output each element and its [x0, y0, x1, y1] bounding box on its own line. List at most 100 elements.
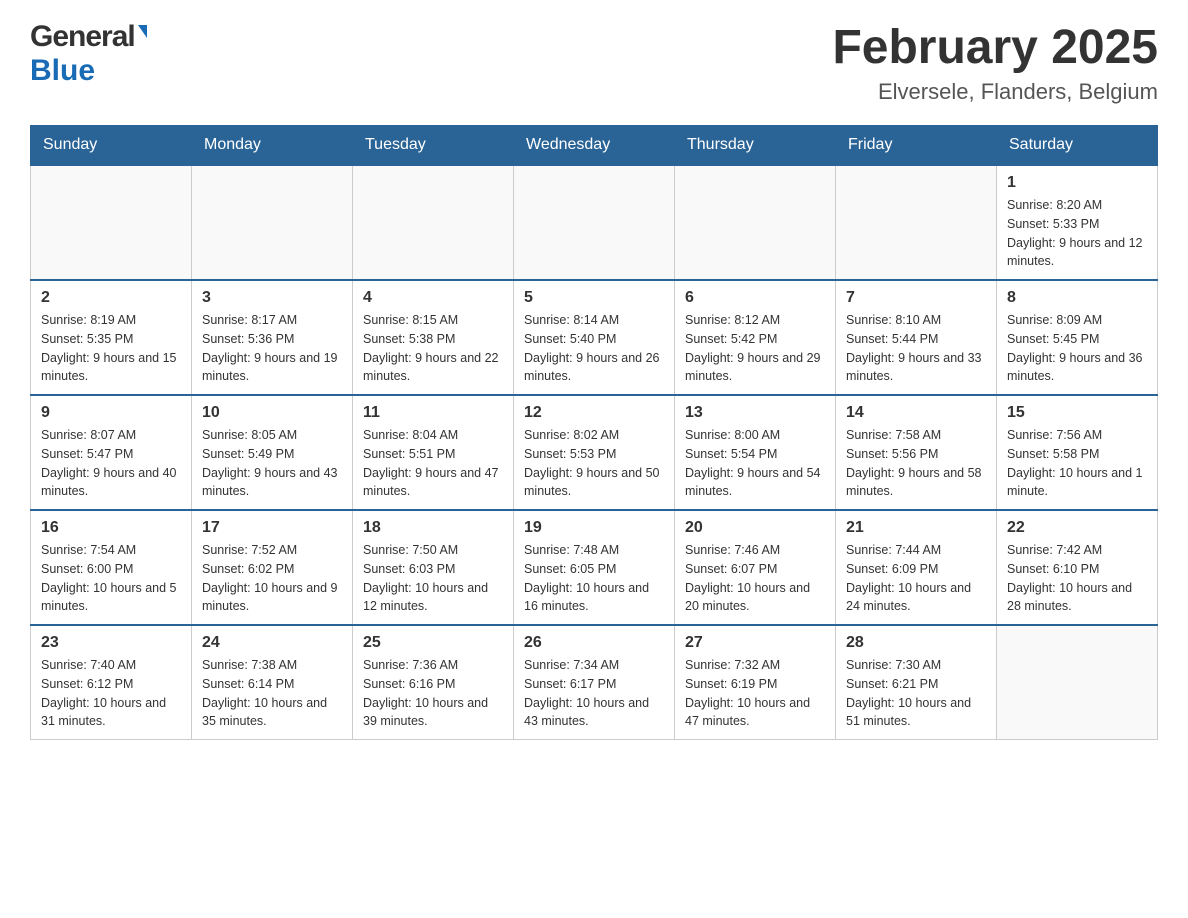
location-subtitle: Elversele, Flanders, Belgium [832, 79, 1158, 105]
day-info: Sunrise: 8:20 AM Sunset: 5:33 PM Dayligh… [1007, 196, 1147, 271]
day-number: 26 [524, 634, 664, 652]
calendar-cell: 28 Sunrise: 7:30 AM Sunset: 6:21 PM Dayli… [836, 625, 997, 740]
day-info: Sunrise: 8:00 AM Sunset: 5:54 PM Dayligh… [685, 426, 825, 501]
day-number: 19 [524, 519, 664, 537]
calendar-cell [192, 165, 353, 280]
calendar-cell: 21 Sunrise: 7:44 AM Sunset: 6:09 PM Dayli… [836, 510, 997, 625]
calendar-cell: 8Sunrise: 8:09 AM Sunset: 5:45 PM Daylig… [997, 280, 1158, 395]
day-info: Sunrise: 7:46 AM Sunset: 6:07 PM Dayligh… [685, 541, 825, 616]
day-number: 7 [846, 289, 986, 307]
day-info: Sunrise: 8:12 AM Sunset: 5:42 PM Dayligh… [685, 311, 825, 386]
day-info: Sunrise: 7:42 AM Sunset: 6:10 PM Dayligh… [1007, 541, 1147, 616]
calendar-header-tuesday: Tuesday [353, 126, 514, 166]
calendar-cell: 6 Sunrise: 8:12 AM Sunset: 5:42 PM Daylig… [675, 280, 836, 395]
day-number: 4 [363, 289, 503, 307]
day-info: Sunrise: 7:54 AM Sunset: 6:00 PM Dayligh… [41, 541, 181, 616]
day-info: Sunrise: 7:58 AM Sunset: 5:56 PM Dayligh… [846, 426, 986, 501]
calendar-cell: 1Sunrise: 8:20 AM Sunset: 5:33 PM Daylig… [997, 165, 1158, 280]
day-info: Sunrise: 8:02 AM Sunset: 5:53 PM Dayligh… [524, 426, 664, 501]
calendar-cell: 14 Sunrise: 7:58 AM Sunset: 5:56 PM Dayli… [836, 395, 997, 510]
calendar-cell: 25Sunrise: 7:36 AM Sunset: 6:16 PM Dayli… [353, 625, 514, 740]
calendar-cell: 11 Sunrise: 8:04 AM Sunset: 5:51 PM Dayli… [353, 395, 514, 510]
calendar-cell: 24 Sunrise: 7:38 AM Sunset: 6:14 PM Dayli… [192, 625, 353, 740]
calendar-table: SundayMondayTuesdayWednesdayThursdayFrid… [30, 125, 1158, 740]
calendar-week-row: 16Sunrise: 7:54 AM Sunset: 6:00 PM Dayli… [31, 510, 1158, 625]
logo-triangle-icon [138, 25, 147, 38]
day-info: Sunrise: 8:17 AM Sunset: 5:36 PM Dayligh… [202, 311, 342, 386]
day-number: 17 [202, 519, 342, 537]
calendar-cell: 12 Sunrise: 8:02 AM Sunset: 5:53 PM Dayli… [514, 395, 675, 510]
day-info: Sunrise: 7:40 AM Sunset: 6:12 PM Dayligh… [41, 656, 181, 731]
day-info: Sunrise: 7:44 AM Sunset: 6:09 PM Dayligh… [846, 541, 986, 616]
day-number: 12 [524, 404, 664, 422]
day-number: 2 [41, 289, 181, 307]
day-number: 22 [1007, 519, 1147, 537]
day-number: 15 [1007, 404, 1147, 422]
day-info: Sunrise: 7:48 AM Sunset: 6:05 PM Dayligh… [524, 541, 664, 616]
calendar-week-row: 1Sunrise: 8:20 AM Sunset: 5:33 PM Daylig… [31, 165, 1158, 280]
calendar-cell: 18 Sunrise: 7:50 AM Sunset: 6:03 PM Dayli… [353, 510, 514, 625]
day-number: 28 [846, 634, 986, 652]
day-info: Sunrise: 7:50 AM Sunset: 6:03 PM Dayligh… [363, 541, 503, 616]
calendar-cell: 22 Sunrise: 7:42 AM Sunset: 6:10 PM Dayli… [997, 510, 1158, 625]
calendar-cell: 20 Sunrise: 7:46 AM Sunset: 6:07 PM Dayli… [675, 510, 836, 625]
calendar-cell [353, 165, 514, 280]
calendar-cell: 3 Sunrise: 8:17 AM Sunset: 5:36 PM Daylig… [192, 280, 353, 395]
calendar-header-saturday: Saturday [997, 126, 1158, 166]
day-number: 3 [202, 289, 342, 307]
day-number: 20 [685, 519, 825, 537]
day-number: 13 [685, 404, 825, 422]
day-info: Sunrise: 7:34 AM Sunset: 6:17 PM Dayligh… [524, 656, 664, 731]
logo: General Blue [30, 20, 147, 88]
day-info: Sunrise: 7:56 AM Sunset: 5:58 PM Dayligh… [1007, 426, 1147, 501]
day-number: 5 [524, 289, 664, 307]
calendar-cell: 2 Sunrise: 8:19 AM Sunset: 5:35 PM Daylig… [31, 280, 192, 395]
calendar-cell: 19 Sunrise: 7:48 AM Sunset: 6:05 PM Dayli… [514, 510, 675, 625]
day-number: 6 [685, 289, 825, 307]
day-number: 21 [846, 519, 986, 537]
calendar-cell: 17 Sunrise: 7:52 AM Sunset: 6:02 PM Dayli… [192, 510, 353, 625]
calendar-cell [997, 625, 1158, 740]
day-info: Sunrise: 8:14 AM Sunset: 5:40 PM Dayligh… [524, 311, 664, 386]
day-number: 18 [363, 519, 503, 537]
day-number: 23 [41, 634, 181, 652]
calendar-cell: 26 Sunrise: 7:34 AM Sunset: 6:17 PM Dayli… [514, 625, 675, 740]
day-number: 10 [202, 404, 342, 422]
calendar-header-sunday: Sunday [31, 126, 192, 166]
logo-blue-text: Blue [30, 54, 95, 88]
calendar-cell: 7Sunrise: 8:10 AM Sunset: 5:44 PM Daylig… [836, 280, 997, 395]
calendar-week-row: 9 Sunrise: 8:07 AM Sunset: 5:47 PM Daylig… [31, 395, 1158, 510]
calendar-cell: 13 Sunrise: 8:00 AM Sunset: 5:54 PM Dayli… [675, 395, 836, 510]
day-number: 8 [1007, 289, 1147, 307]
calendar-cell [31, 165, 192, 280]
day-number: 24 [202, 634, 342, 652]
day-info: Sunrise: 7:52 AM Sunset: 6:02 PM Dayligh… [202, 541, 342, 616]
day-info: Sunrise: 8:07 AM Sunset: 5:47 PM Dayligh… [41, 426, 181, 501]
day-info: Sunrise: 7:38 AM Sunset: 6:14 PM Dayligh… [202, 656, 342, 731]
calendar-cell: 4 Sunrise: 8:15 AM Sunset: 5:38 PM Daylig… [353, 280, 514, 395]
day-info: Sunrise: 7:30 AM Sunset: 6:21 PM Dayligh… [846, 656, 986, 731]
calendar-cell [675, 165, 836, 280]
calendar-header-thursday: Thursday [675, 126, 836, 166]
calendar-week-row: 2 Sunrise: 8:19 AM Sunset: 5:35 PM Daylig… [31, 280, 1158, 395]
calendar-header-friday: Friday [836, 126, 997, 166]
day-info: Sunrise: 8:05 AM Sunset: 5:49 PM Dayligh… [202, 426, 342, 501]
calendar-cell: 16Sunrise: 7:54 AM Sunset: 6:00 PM Dayli… [31, 510, 192, 625]
calendar-cell: 27Sunrise: 7:32 AM Sunset: 6:19 PM Dayli… [675, 625, 836, 740]
calendar-cell: 23 Sunrise: 7:40 AM Sunset: 6:12 PM Dayli… [31, 625, 192, 740]
calendar-header-monday: Monday [192, 126, 353, 166]
day-number: 25 [363, 634, 503, 652]
day-number: 9 [41, 404, 181, 422]
day-number: 14 [846, 404, 986, 422]
day-number: 27 [685, 634, 825, 652]
calendar-cell: 15 Sunrise: 7:56 AM Sunset: 5:58 PM Dayli… [997, 395, 1158, 510]
page-header: General Blue February 2025 Elversele, Fl… [30, 20, 1158, 105]
calendar-week-row: 23 Sunrise: 7:40 AM Sunset: 6:12 PM Dayli… [31, 625, 1158, 740]
day-number: 11 [363, 404, 503, 422]
calendar-header-row: SundayMondayTuesdayWednesdayThursdayFrid… [31, 126, 1158, 166]
day-info: Sunrise: 8:19 AM Sunset: 5:35 PM Dayligh… [41, 311, 181, 386]
month-year-title: February 2025 [832, 20, 1158, 75]
day-info: Sunrise: 8:15 AM Sunset: 5:38 PM Dayligh… [363, 311, 503, 386]
day-info: Sunrise: 8:04 AM Sunset: 5:51 PM Dayligh… [363, 426, 503, 501]
logo-general-text: General [30, 20, 135, 54]
